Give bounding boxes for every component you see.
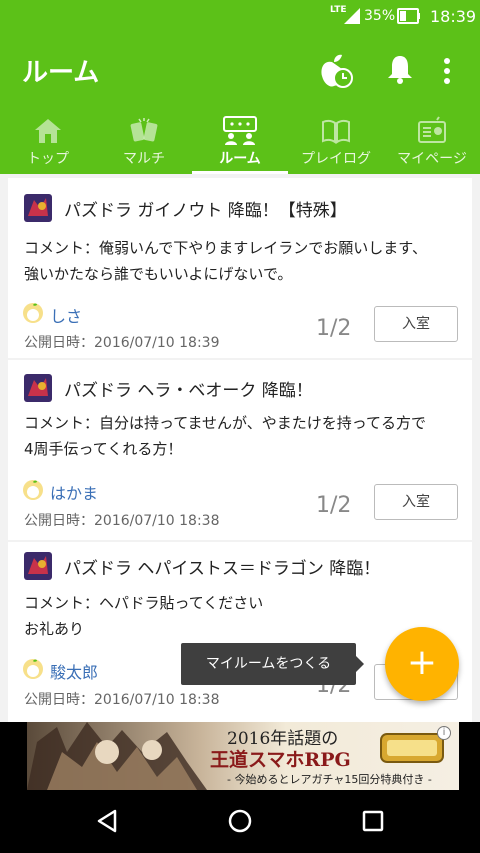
comment-line: コメント：俺弱いんで下やりますレイランでお願いします、 <box>24 239 428 257</box>
room-title: パズドラ ガイノウト 降臨！【特殊】 <box>64 201 347 221</box>
game-thumbnail-icon <box>24 374 52 402</box>
chat-room-icon <box>223 116 257 145</box>
room-card[interactable]: パズドラ ヘラ・ベオーク 降臨！ コメント：自分は持ってませんが、やまたけを持っ… <box>8 360 472 540</box>
tab-mypage[interactable]: マイページ <box>384 112 480 174</box>
signal-icon <box>344 8 360 24</box>
comment-line: 4周手伝ってくれる方！ <box>24 440 183 458</box>
tab-bar: トップ マルチ ルーム プレイログ マイページ <box>0 112 480 174</box>
tab-playlog[interactable]: プレイログ <box>288 112 384 174</box>
room-card[interactable]: パズドラ ガイノウト 降臨！【特殊】 コメント：俺弱いんで下やりますレイランでお… <box>8 178 472 358</box>
publish-date: 公開日時：2016/07/10 18:38 <box>24 513 220 529</box>
user-name[interactable]: 駿太郎 <box>50 659 98 683</box>
bell-icon[interactable] <box>386 52 414 86</box>
room-title: パズドラ ヘパイストス＝ドラゴン 降臨！ <box>64 559 381 579</box>
member-count: 1/2 <box>316 316 352 341</box>
house-icon <box>35 119 61 143</box>
user-name[interactable]: はかま <box>50 480 98 504</box>
battery-icon <box>397 8 420 24</box>
tab-top[interactable]: トップ <box>0 112 96 174</box>
battery-percent: 35% <box>364 8 396 24</box>
publish-date: 公開日時：2016/07/10 18:39 <box>24 335 220 351</box>
back-icon[interactable] <box>94 808 120 834</box>
clock: 18:39 <box>430 7 477 26</box>
more-menu-icon[interactable] <box>440 56 454 86</box>
tab-label: マルチ <box>123 151 165 167</box>
room-comment: コメント：俺弱いんで下やりますレイランでお願いします、 強いかたなら誰でもいいよ… <box>24 235 464 287</box>
tab-room[interactable]: ルーム <box>192 112 288 174</box>
ad-banner[interactable]: 2016年話題の 王道スマホRPG - 今始めるとレアガチャ15回分特典付き -… <box>0 722 480 790</box>
enter-room-button[interactable]: 入室 <box>374 306 458 342</box>
tooltip-arrow <box>356 656 364 672</box>
ad-character-art <box>27 722 207 790</box>
home-icon[interactable] <box>227 808 253 834</box>
enter-room-button[interactable]: 入室 <box>374 484 458 520</box>
book-icon <box>322 119 350 144</box>
game-thumbnail-icon <box>24 552 52 580</box>
phones-icon <box>130 118 158 142</box>
comment-line: 強いかたなら誰でもいいよにげないで。 <box>24 265 293 283</box>
tab-label: トップ <box>27 151 69 167</box>
create-room-tooltip: マイルームをつくる <box>181 643 356 685</box>
system-nav-bar <box>0 790 480 853</box>
user-name[interactable]: しさ <box>50 303 82 327</box>
profile-card-icon <box>418 116 446 143</box>
create-room-fab[interactable]: + <box>385 627 459 701</box>
page-title: ルーム <box>22 57 100 87</box>
status-bar: LTE 35% 18:39 <box>0 0 480 32</box>
tab-label: プレイログ <box>301 151 371 167</box>
ad-creative[interactable]: 2016年話題の 王道スマホRPG - 今始めるとレアガチャ15回分特典付き - <box>27 722 459 790</box>
tab-label: ルーム <box>219 151 261 167</box>
tab-multi[interactable]: マルチ <box>96 112 192 174</box>
user-avatar-icon <box>23 659 43 679</box>
ad-footer: - 今始めるとレアガチャ15回分特典付き - <box>227 773 432 786</box>
ad-subtitle: 王道スマホRPG <box>210 749 351 771</box>
user-avatar-icon <box>23 303 43 323</box>
member-count: 1/2 <box>316 493 352 518</box>
apple-clock-icon[interactable] <box>318 52 356 90</box>
game-thumbnail-icon <box>24 194 52 222</box>
room-title: パズドラ ヘラ・ベオーク 降臨！ <box>64 381 313 401</box>
room-comment: コメント：自分は持ってませんが、やまたけを持ってる方で 4周手伝ってくれる方！ <box>24 410 464 462</box>
ad-info-icon[interactable]: i <box>437 726 451 740</box>
comment-line: コメント：自分は持ってませんが、やまたけを持ってる方で <box>24 414 427 432</box>
tab-label: マイページ <box>397 151 467 167</box>
user-avatar-icon <box>23 480 43 500</box>
publish-date: 公開日時：2016/07/10 18:38 <box>24 692 220 708</box>
comment-line: コメント：ヘパドラ貼ってください <box>24 594 264 612</box>
recent-apps-icon[interactable] <box>361 809 385 833</box>
ad-logo <box>380 733 444 763</box>
app-bar: ルーム トップ マルチ ルーム プレイログ マイページ <box>0 32 480 174</box>
